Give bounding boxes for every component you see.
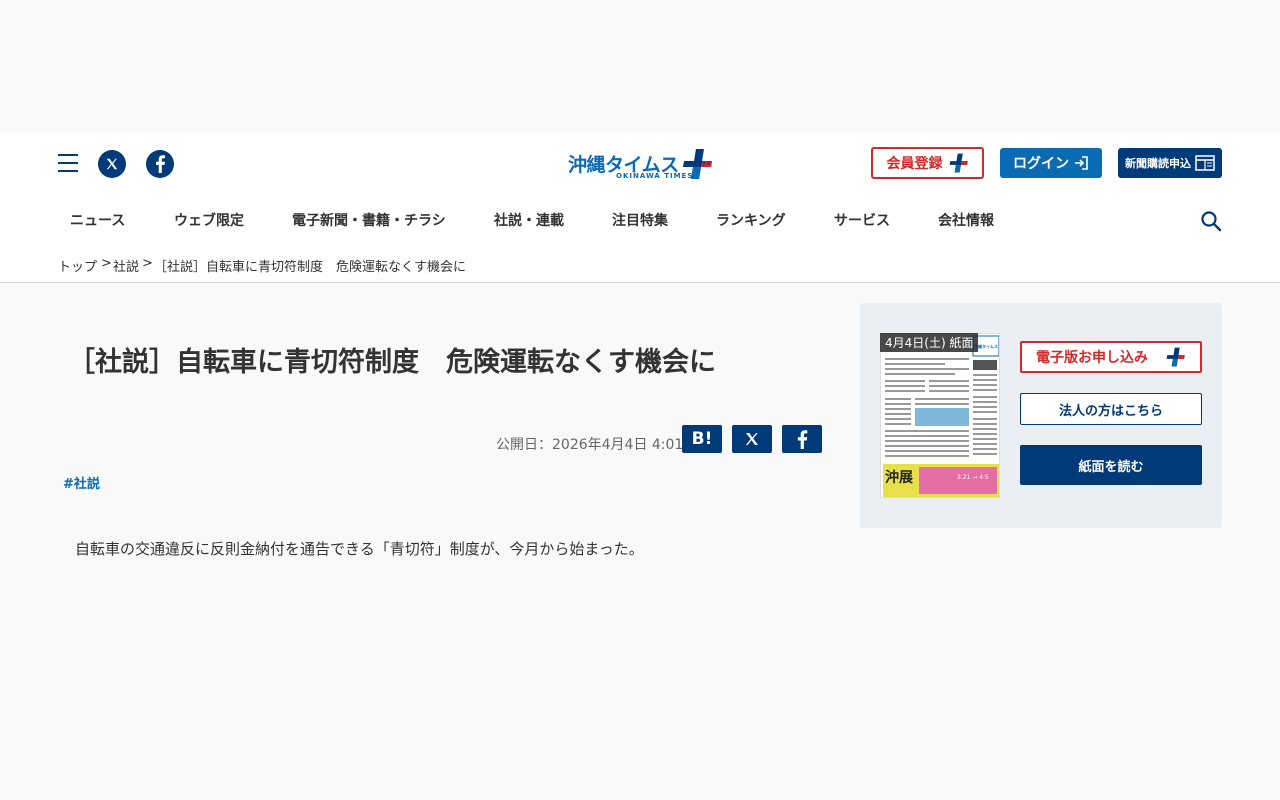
- login-icon: [1075, 156, 1088, 170]
- publish-date: 公開日：2026年4月4日 4:01: [496, 437, 684, 453]
- login-label: ログイン: [1013, 156, 1069, 172]
- subscribe-label: 新聞購読申込: [1125, 157, 1191, 170]
- breadcrumb-current: ［社説］自転車に青切符制度 危険運転なくす機会に: [154, 260, 467, 275]
- breadcrumb-separator: >: [101, 256, 112, 271]
- paper-ad-dates: 3.21 → 4.5: [957, 474, 989, 481]
- corporate-label: 法人の方はこちら: [1058, 403, 1163, 419]
- nav-company[interactable]: 会社情報: [938, 196, 994, 246]
- newspaper-icon: [1195, 155, 1215, 171]
- article-title: ［社説］自転車に青切符制度 危険運転なくす機会に: [68, 347, 716, 378]
- share-x-button[interactable]: [732, 425, 772, 453]
- nav-web-only[interactable]: ウェブ限定: [174, 196, 244, 246]
- plus-badge-text: プラス: [696, 161, 711, 167]
- nav-bar: ニュース ウェブ限定 電子新聞・書籍・チラシ 社説・連載 注目特集 ランキング …: [0, 196, 1280, 246]
- member-register-button[interactable]: 会員登録: [871, 147, 984, 179]
- digital-apply-label: 電子版お申し込み: [1036, 350, 1148, 366]
- newspaper-thumbnail[interactable]: 沖縄タイムス 沖展 3.21 → 4.5: [880, 333, 1000, 498]
- nav-features[interactable]: 注目特集: [612, 196, 668, 246]
- e-paper-panel: 沖縄タイムス 沖展 3.21 → 4.5 4月4日(土) 紙面 電子版お申し込み…: [860, 303, 1222, 528]
- plus-logo-icon: [1166, 347, 1185, 367]
- site-logo[interactable]: 沖縄タイムス OKINAWA TIMES プラス: [568, 148, 718, 182]
- breadcrumb-category-link[interactable]: 社説: [113, 256, 139, 275]
- plus-logo-icon: [949, 153, 968, 173]
- nav-news[interactable]: ニュース: [70, 196, 125, 246]
- corporate-button[interactable]: 法人の方はこちら: [1020, 393, 1202, 425]
- nav-e-paper[interactable]: 電子新聞・書籍・チラシ: [292, 196, 446, 246]
- hatena-icon: B!: [691, 429, 713, 449]
- breadcrumb-separator: >: [142, 256, 153, 271]
- breadcrumb: トップ > 社説 > ［社説］自転車に青切符制度 危険運転なくす機会に: [0, 246, 1280, 283]
- read-paper-button[interactable]: 紙面を読む: [1020, 445, 1202, 485]
- facebook-icon[interactable]: [146, 150, 174, 178]
- paper-ad-text: 沖展: [885, 470, 913, 486]
- article-tag[interactable]: #社説: [63, 473, 100, 492]
- nav-services[interactable]: サービス: [834, 196, 890, 246]
- x-icon: [746, 433, 758, 445]
- login-button[interactable]: ログイン: [1000, 148, 1102, 178]
- search-icon[interactable]: [1200, 210, 1222, 232]
- x-icon[interactable]: [98, 150, 126, 178]
- article-body-paragraph: 自転車の交通違反に反則金納付を通告できる「青切符」制度が、今月から始まった。: [75, 540, 644, 558]
- breadcrumb-top-link[interactable]: トップ: [58, 256, 97, 275]
- share-facebook-button[interactable]: [782, 425, 822, 453]
- facebook-icon: [797, 429, 808, 449]
- paper-date-label: 4月4日(土) 紙面: [880, 333, 979, 352]
- subscribe-button[interactable]: 新聞購読申込: [1118, 148, 1222, 178]
- nav-ranking[interactable]: ランキング: [716, 196, 786, 246]
- digital-apply-button[interactable]: 電子版お申し込み: [1020, 341, 1202, 373]
- nav-editorials[interactable]: 社説・連載: [494, 196, 564, 246]
- ad-space: [0, 0, 1280, 131]
- read-paper-label: 紙面を読む: [1078, 459, 1144, 475]
- menu-icon[interactable]: [58, 154, 78, 172]
- member-register-label: 会員登録: [886, 156, 943, 172]
- hatena-bookmark-button[interactable]: B!: [682, 425, 722, 453]
